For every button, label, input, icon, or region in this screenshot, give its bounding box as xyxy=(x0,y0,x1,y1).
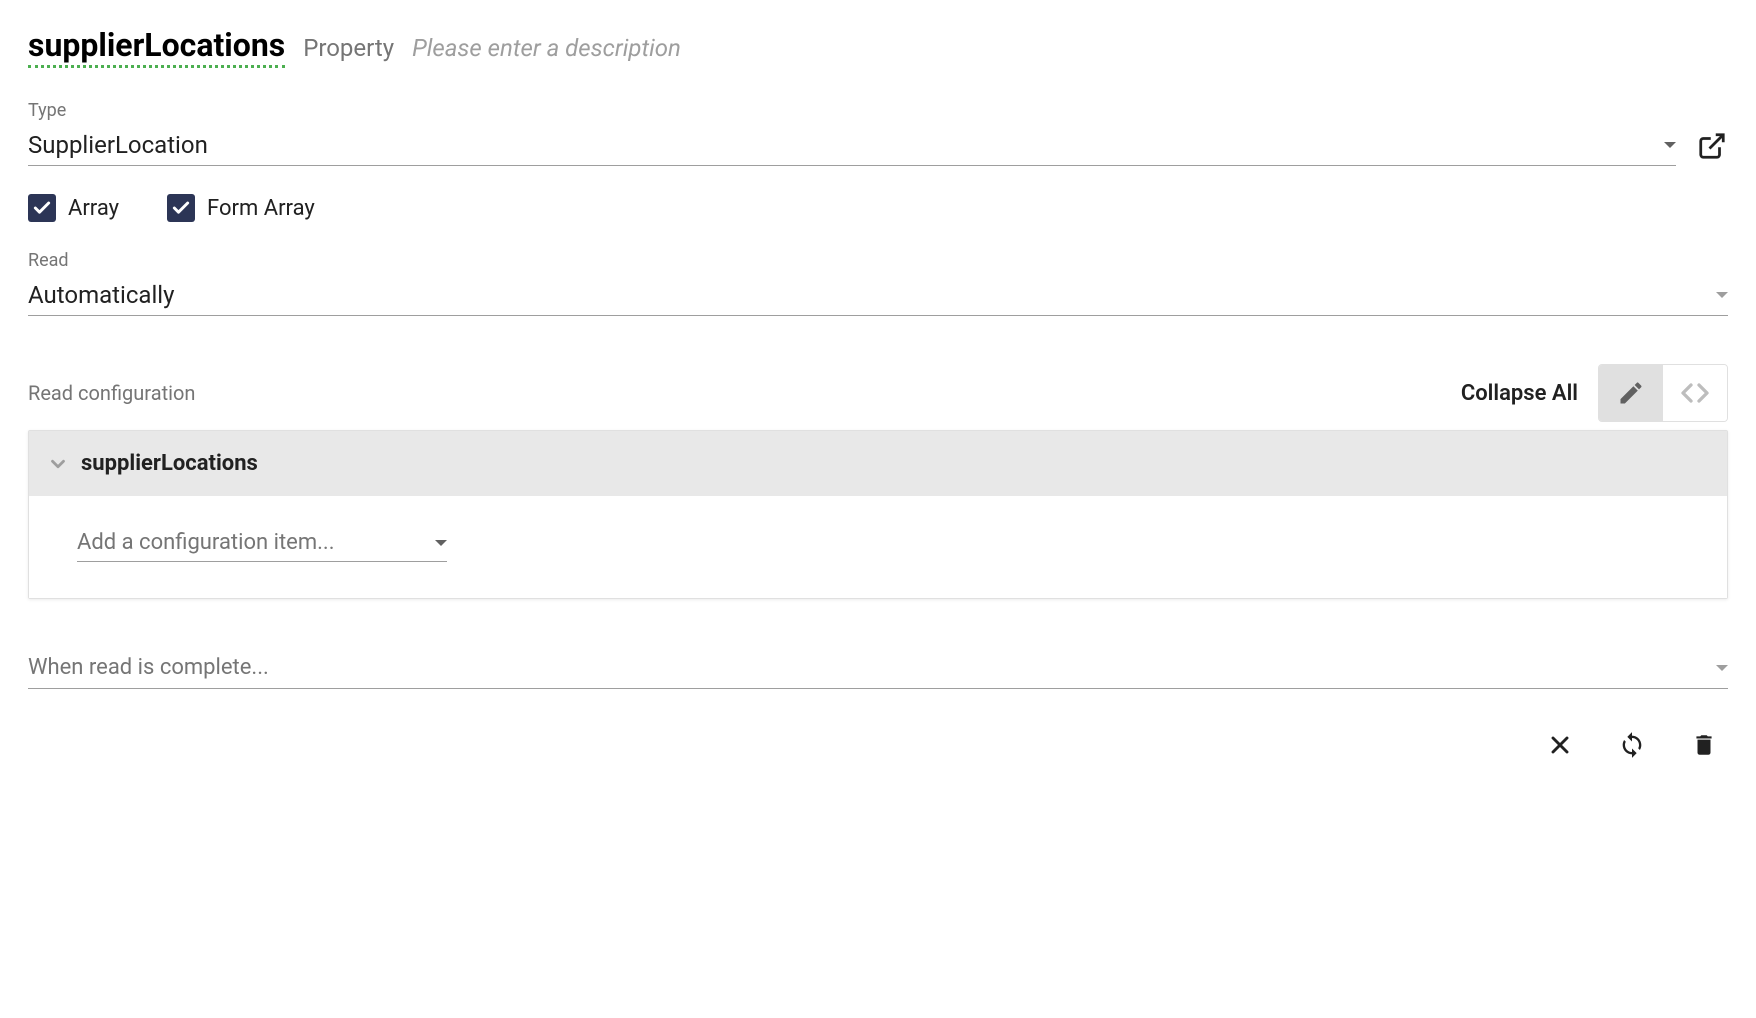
read-select[interactable]: Automatically xyxy=(28,275,1728,316)
code-icon xyxy=(1679,377,1711,409)
chevron-down-icon xyxy=(47,453,69,475)
refresh-button[interactable] xyxy=(1616,729,1648,761)
property-subtitle: Property xyxy=(303,34,394,62)
read-config-label: Read configuration xyxy=(28,381,195,405)
type-select[interactable]: SupplierLocation xyxy=(28,125,1676,166)
close-button[interactable] xyxy=(1544,729,1576,761)
array-checkbox-label: Array xyxy=(68,196,119,221)
config-panel-title: supplierLocations xyxy=(81,451,258,476)
when-read-complete-select[interactable]: When read is complete... xyxy=(28,647,1728,689)
open-type-button[interactable] xyxy=(1696,130,1728,162)
chevron-down-icon xyxy=(1716,292,1728,298)
trash-icon xyxy=(1691,732,1717,758)
config-panel-toggle[interactable]: supplierLocations xyxy=(29,431,1727,496)
refresh-icon xyxy=(1618,731,1646,759)
when-complete-placeholder: When read is complete... xyxy=(28,655,269,680)
property-title[interactable]: supplierLocations xyxy=(28,28,285,68)
form-array-checkbox[interactable]: Form Array xyxy=(167,194,315,222)
close-icon xyxy=(1546,731,1574,759)
chevron-down-icon xyxy=(1664,142,1676,148)
edit-mode-button[interactable] xyxy=(1599,365,1663,421)
type-label: Type xyxy=(28,100,1728,121)
form-array-checkbox-label: Form Array xyxy=(207,196,315,221)
collapse-all-button[interactable]: Collapse All xyxy=(1461,381,1578,406)
array-checkbox[interactable]: Array xyxy=(28,194,119,222)
read-label: Read xyxy=(28,250,1728,271)
description-input[interactable]: Please enter a description xyxy=(412,34,681,62)
checkbox-checked-icon xyxy=(28,194,56,222)
checkbox-checked-icon xyxy=(167,194,195,222)
add-config-item-select[interactable]: Add a configuration item... xyxy=(77,524,447,562)
add-config-placeholder: Add a configuration item... xyxy=(77,530,335,555)
type-value: SupplierLocation xyxy=(28,131,208,159)
delete-button[interactable] xyxy=(1688,729,1720,761)
pencil-icon xyxy=(1617,379,1645,407)
code-mode-button[interactable] xyxy=(1663,365,1727,421)
chevron-down-icon xyxy=(435,540,447,546)
external-link-icon xyxy=(1697,131,1727,161)
chevron-down-icon xyxy=(1716,665,1728,671)
read-value: Automatically xyxy=(28,281,175,309)
